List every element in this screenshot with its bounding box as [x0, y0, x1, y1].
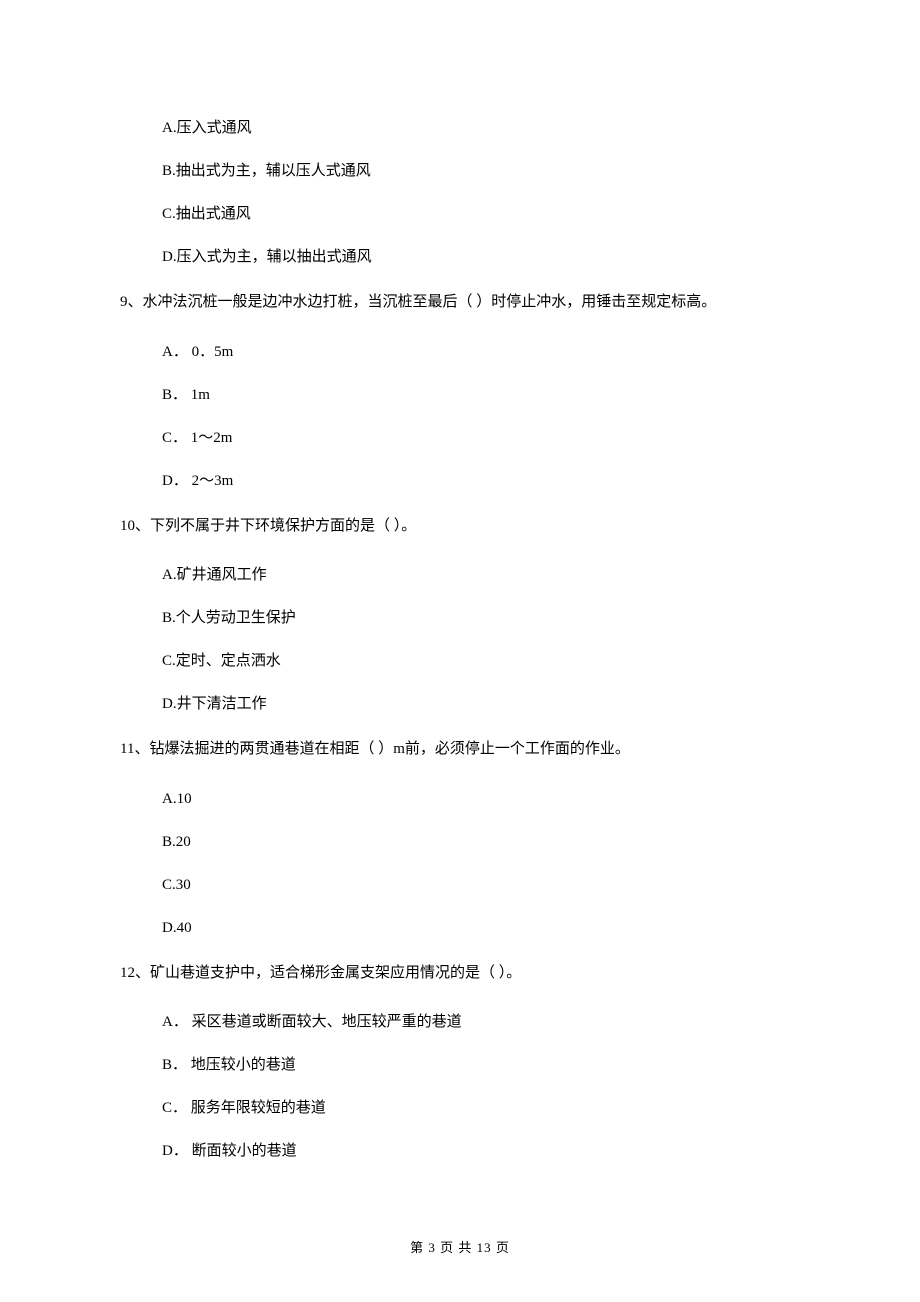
q10-option-b: B.个人劳动卫生保护 [162, 608, 800, 629]
option-b: B.抽出式为主，辅以压人式通风 [162, 161, 800, 182]
option-d: D.压入式为主，辅以抽出式通风 [162, 247, 800, 268]
q12-option-a: A． 采区巷道或断面较大、地压较严重的巷道 [162, 1012, 800, 1033]
q10-option-d: D.井下清洁工作 [162, 694, 800, 715]
page-footer: 第 3 页 共 13 页 [0, 1237, 920, 1256]
q11-option-d: D.40 [162, 918, 800, 939]
question-9: 9、水冲法沉桩一般是边冲水边打桩，当沉桩至最后（ ）时停止冲水，用锤击至规定标高… [120, 290, 800, 316]
q12-option-c: C． 服务年限较短的巷道 [162, 1098, 800, 1119]
q10-option-c: C.定时、定点洒水 [162, 651, 800, 672]
q12-option-d: D． 断面较小的巷道 [162, 1141, 800, 1162]
q11-option-a: A.10 [162, 789, 800, 810]
question-11: 11、钻爆法掘进的两贯通巷道在相距（ ）m前，必须停止一个工作面的作业。 [120, 737, 800, 763]
q9-option-b: B． 1m [162, 385, 800, 406]
question-10: 10、下列不属于井下环境保护方面的是（ ）。 [120, 514, 800, 540]
q12-option-b: B． 地压较小的巷道 [162, 1055, 800, 1076]
q11-option-c: C.30 [162, 875, 800, 896]
option-a: A.压入式通风 [162, 118, 800, 139]
q9-option-a: A． 0．5m [162, 342, 800, 363]
q10-option-a: A.矿井通风工作 [162, 565, 800, 586]
page-content: A.压入式通风 B.抽出式为主，辅以压人式通风 C.抽出式通风 D.压入式为主，… [0, 0, 920, 1162]
q9-option-d: D． 2～3m [162, 471, 800, 492]
question-12: 12、矿山巷道支护中，适合梯形金属支架应用情况的是（ ）。 [120, 961, 800, 987]
q11-option-b: B.20 [162, 832, 800, 853]
option-c: C.抽出式通风 [162, 204, 800, 225]
q9-option-c: C． 1～2m [162, 428, 800, 449]
